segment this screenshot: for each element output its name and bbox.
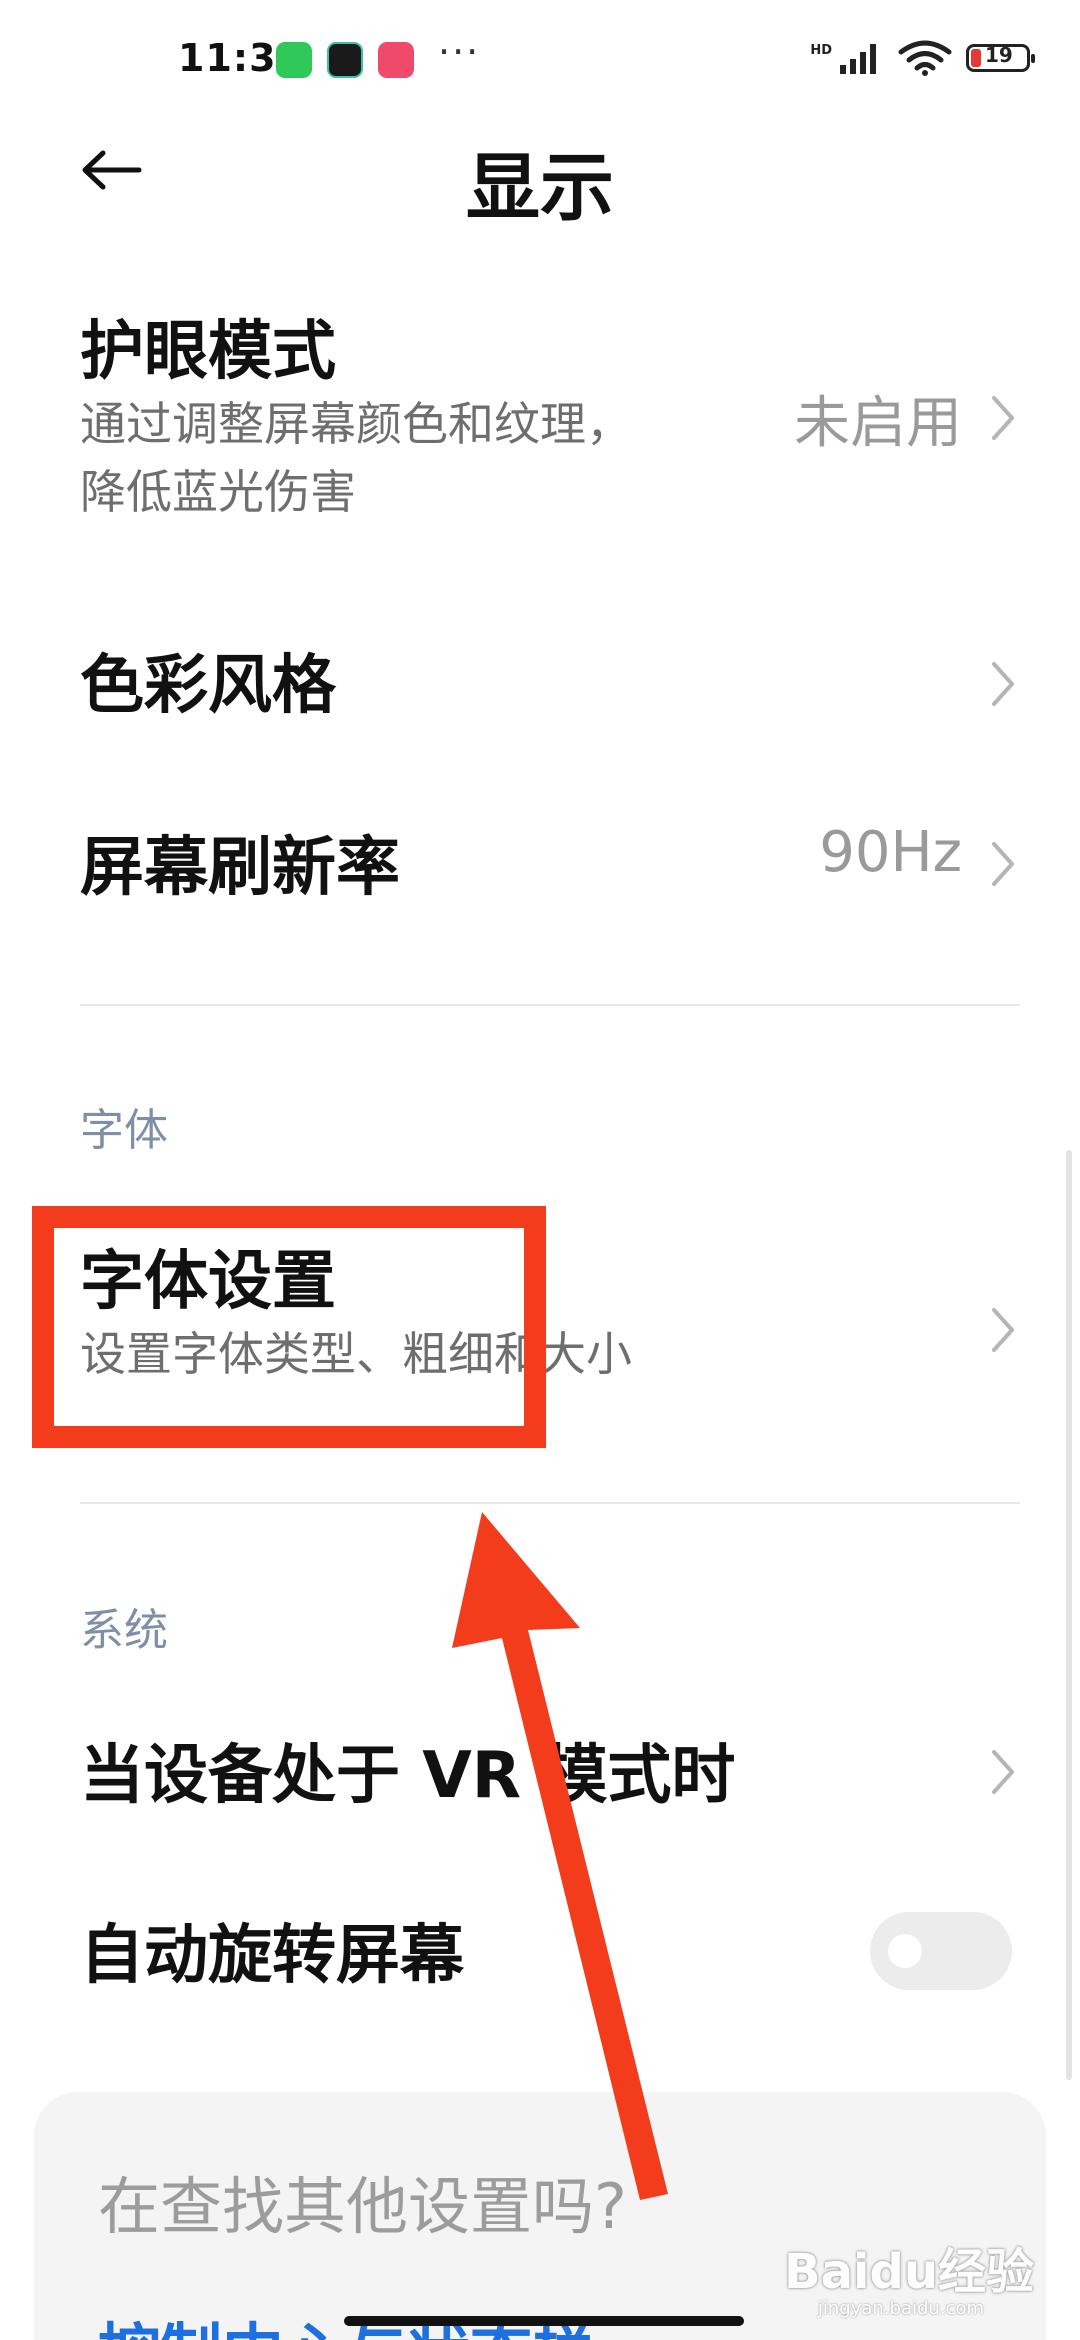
color-style-title: 色彩风格	[80, 649, 336, 723]
auto-rotate-toggle[interactable]	[870, 1912, 1012, 1990]
chevron-right-icon	[992, 1308, 1014, 1352]
section-divider	[80, 1502, 1020, 1504]
color-style-row[interactable]: 色彩风格	[0, 610, 1080, 760]
notification-app-icon	[276, 42, 312, 78]
font-settings-title: 字体设置	[80, 1245, 336, 1319]
chevron-right-icon	[992, 662, 1014, 706]
battery-level-text: 19	[985, 43, 1013, 67]
section-header-font: 字体	[80, 1105, 168, 1156]
eye-care-mode-status: 未启用	[794, 391, 962, 456]
page-header: 显示	[0, 120, 1080, 231]
wifi-icon	[898, 40, 952, 76]
eye-care-mode-row[interactable]: 护眼模式 通过调整屏幕颜色和纹理， 降低蓝光伤害 未启用	[0, 290, 1080, 540]
section-divider	[80, 1004, 1020, 1006]
refresh-rate-value: 90Hz	[819, 820, 962, 885]
status-bar: 11:32 ··· HD 19	[0, 0, 1080, 120]
scrollbar[interactable]	[1066, 1150, 1072, 2080]
font-settings-subtitle: 设置字体类型、粗细和大小	[80, 1327, 632, 1381]
baidu-watermark: Baidu经验	[784, 2244, 1034, 2300]
battery-level-fill	[971, 49, 981, 67]
eye-care-mode-title: 护眼模式	[80, 315, 336, 389]
page-title: 显示	[466, 145, 614, 231]
chevron-right-icon	[992, 1750, 1014, 1794]
status-icons: HD 19	[810, 40, 1035, 76]
auto-rotate-title: 自动旋转屏幕	[80, 1919, 464, 1993]
notification-app-icon	[378, 42, 414, 78]
chevron-right-icon	[992, 396, 1014, 440]
home-indicator[interactable]	[344, 2316, 744, 2326]
network-type-label: HD	[810, 43, 832, 58]
auto-rotate-row: 自动旋转屏幕	[0, 1880, 1080, 2020]
eye-care-mode-subtitle: 通过调整屏幕颜色和纹理，	[80, 397, 632, 451]
more-notifications-icon: ···	[438, 30, 481, 74]
signal-icon	[840, 44, 876, 74]
display-settings-screen: 11:32 ··· HD 19 显示 护眼模式 通过调整屏幕颜色和纹理， 降低蓝…	[0, 0, 1080, 2340]
refresh-rate-row[interactable]: 屏幕刷新率 90Hz	[0, 790, 1080, 940]
notification-app-icon	[327, 42, 363, 78]
toggle-knob	[888, 1934, 922, 1968]
baidu-watermark-url: jingyan.baidu.com	[817, 2298, 984, 2319]
vr-mode-title: 当设备处于 VR 模式时	[80, 1739, 736, 1813]
eye-care-mode-subtitle: 降低蓝光伤害	[80, 465, 356, 519]
chevron-right-icon	[992, 842, 1014, 886]
vr-mode-row[interactable]: 当设备处于 VR 模式时	[0, 1700, 1080, 1840]
suggestion-title: 在查找其他设置吗?	[98, 2170, 627, 2243]
section-header-system: 系统	[80, 1605, 168, 1656]
refresh-rate-title: 屏幕刷新率	[80, 831, 400, 905]
font-settings-row[interactable]: 字体设置 设置字体类型、粗细和大小	[0, 1220, 1080, 1420]
battery-icon: 19	[966, 43, 1035, 72]
